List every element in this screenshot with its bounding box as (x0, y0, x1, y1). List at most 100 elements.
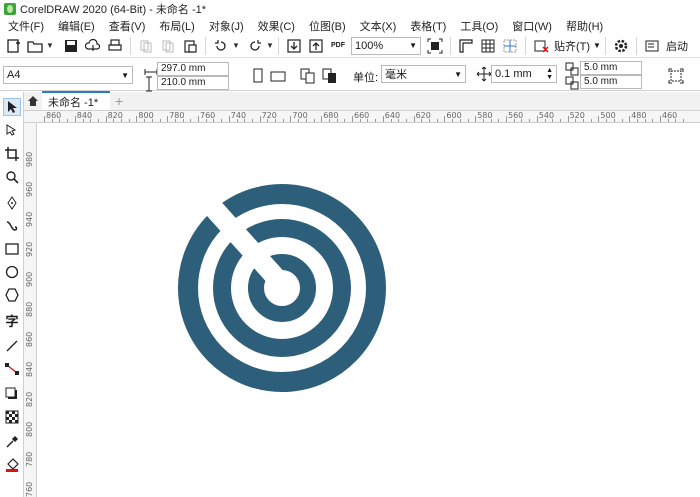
menu-table[interactable]: 表格(T) (403, 18, 453, 34)
polygon-tool[interactable] (3, 286, 21, 304)
ruler-tick (105, 116, 107, 122)
ruler-tick (482, 119, 484, 122)
units-select[interactable]: 毫米 ▼ (381, 65, 466, 83)
ellipse-tool[interactable] (3, 263, 21, 281)
drop-shadow-tool[interactable] (3, 385, 21, 403)
full-screen-button[interactable] (424, 35, 446, 57)
menu-edit[interactable]: 编辑(E) (51, 18, 102, 34)
zoom-tool[interactable] (3, 168, 21, 186)
current-page-icon[interactable] (322, 68, 338, 84)
snap-off-button[interactable] (530, 35, 552, 57)
horizontal-ruler[interactable]: 860 840 820 800 780 760 740 720 700 680 660 640 620 6… (24, 111, 700, 123)
vertical-ruler[interactable]: 980 960 940 920 900 880 860 840 820 800 780 760 (24, 123, 37, 497)
units-value: 毫米 (385, 69, 407, 81)
crop-icon (5, 147, 19, 161)
menu-file[interactable]: 文件(F) (0, 18, 51, 34)
menu-bitmaps[interactable]: 位图(B) (302, 18, 353, 34)
toolbar-separator (205, 36, 206, 55)
ruler-tick (321, 116, 323, 122)
open-button[interactable] (24, 35, 46, 57)
ruler-tick (221, 119, 223, 122)
duplicate-y-field[interactable]: 5.0 mm (580, 75, 642, 89)
ruler-tick (121, 119, 122, 122)
cut-button[interactable] (135, 35, 157, 57)
welcome-tab[interactable] (24, 92, 42, 110)
import-button[interactable] (283, 35, 305, 57)
page-height-field[interactable]: 210.0 mm (157, 76, 229, 90)
show-grid-button[interactable] (477, 35, 499, 57)
menu-layout[interactable]: 布局(L) (152, 18, 201, 34)
menu-object[interactable]: 对象(J) (202, 18, 251, 34)
pick-tool[interactable] (3, 98, 21, 116)
menu-text[interactable]: 文本(X) (353, 18, 404, 34)
document-tab[interactable]: 未命名 -1* (42, 91, 111, 110)
publish-pdf-button[interactable]: PDF (327, 35, 349, 57)
ruler-tick (259, 116, 261, 122)
nudge-distance-field[interactable]: 0.1 mm ▲ ▼ (491, 65, 557, 83)
launch-label[interactable]: 启动 (666, 38, 688, 54)
ruler-tick (621, 119, 623, 122)
paste-button[interactable] (179, 35, 201, 57)
ruler-tick (328, 119, 330, 122)
export-button[interactable] (305, 35, 327, 57)
show-rulers-button[interactable] (455, 35, 477, 57)
rectangle-tool[interactable] (3, 240, 21, 258)
eyedropper-tool[interactable] (3, 433, 21, 451)
cloud-upload-button[interactable] (82, 35, 104, 57)
target-rings (178, 184, 386, 392)
ruler-tick (67, 119, 69, 122)
undo-dropdown-arrow[interactable]: ▼ (232, 35, 240, 57)
ruler-tick (467, 119, 469, 122)
open-dropdown-arrow[interactable]: ▼ (46, 35, 54, 57)
page-size-select[interactable]: A4 ▼ (3, 66, 133, 84)
ruler-tick (159, 119, 161, 122)
pdf-label: PDF (331, 42, 345, 49)
options-button[interactable] (610, 35, 632, 57)
zoom-icon (6, 171, 19, 184)
pen-nib-icon (7, 196, 17, 210)
all-pages-icon[interactable] (300, 68, 316, 84)
freehand-tool[interactable] (3, 194, 21, 212)
ruler-tick (282, 119, 284, 122)
drawing-canvas[interactable] (37, 123, 700, 497)
show-guidelines-button[interactable] (499, 35, 521, 57)
shape-tool[interactable] (3, 121, 21, 139)
ruler-tick (305, 119, 307, 122)
snap-to-dropdown[interactable]: 贴齐(T) (554, 38, 590, 54)
text-tool[interactable]: 字 (3, 311, 21, 329)
target-graphic[interactable] (177, 183, 387, 393)
new-document-button[interactable] (2, 35, 24, 57)
parallel-dimension-tool[interactable] (3, 337, 21, 355)
page-width-field[interactable]: 297.0 mm (157, 62, 229, 76)
duplicate-x-field[interactable]: 5.0 mm (580, 61, 642, 75)
menu-view[interactable]: 查看(V) (102, 18, 153, 34)
interactive-fill-tool[interactable] (3, 456, 21, 474)
undo-button[interactable] (210, 35, 232, 57)
redo-dropdown-arrow[interactable]: ▼ (266, 35, 274, 57)
launch-button[interactable] (641, 35, 663, 57)
zoom-level-select[interactable]: 100% ▼ (351, 36, 421, 55)
import-icon (287, 38, 301, 53)
fill-bucket-icon (6, 458, 19, 472)
connector-tool[interactable] (3, 360, 21, 378)
menu-window[interactable]: 窗口(W) (505, 18, 559, 34)
menu-help[interactable]: 帮助(H) (559, 18, 610, 34)
landscape-icon[interactable] (270, 68, 286, 84)
ruler-tick (267, 119, 269, 122)
transparency-tool[interactable] (3, 408, 21, 426)
redo-button[interactable] (244, 35, 266, 57)
crop-tool[interactable] (3, 145, 21, 163)
folder-open-icon (27, 40, 43, 53)
ruler-tick (452, 119, 454, 122)
menu-effects[interactable]: 效果(C) (251, 18, 302, 34)
print-button[interactable] (104, 35, 126, 57)
portrait-icon[interactable] (250, 68, 266, 84)
bleed-area-icon[interactable] (668, 68, 684, 84)
artistic-media-tool[interactable] (3, 217, 21, 235)
add-document-tab-button[interactable]: + (110, 92, 128, 110)
copy-button[interactable] (157, 35, 179, 57)
save-button[interactable] (60, 35, 82, 57)
menu-tools[interactable]: 工具(O) (453, 18, 505, 34)
rulers-icon (459, 38, 473, 53)
rectangle-icon (5, 243, 19, 255)
